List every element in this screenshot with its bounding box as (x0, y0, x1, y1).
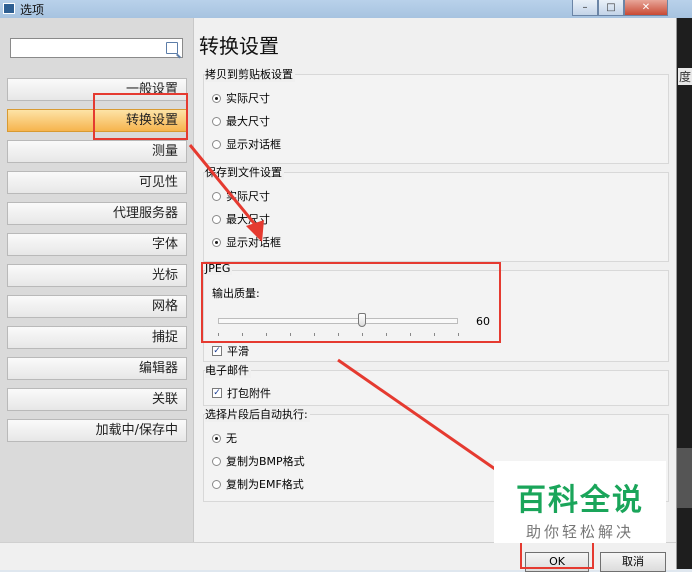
watermark: 百科全说 助你轻松解决 (494, 461, 666, 543)
annotation-arrowhead (246, 220, 264, 242)
watermark-logo-text: 百科全说 (516, 483, 644, 518)
watermark-subtitle: 助你轻松解决 (525, 523, 634, 541)
annotation-arrow-line (188, 144, 260, 229)
annotation-arrow-line (337, 358, 509, 480)
